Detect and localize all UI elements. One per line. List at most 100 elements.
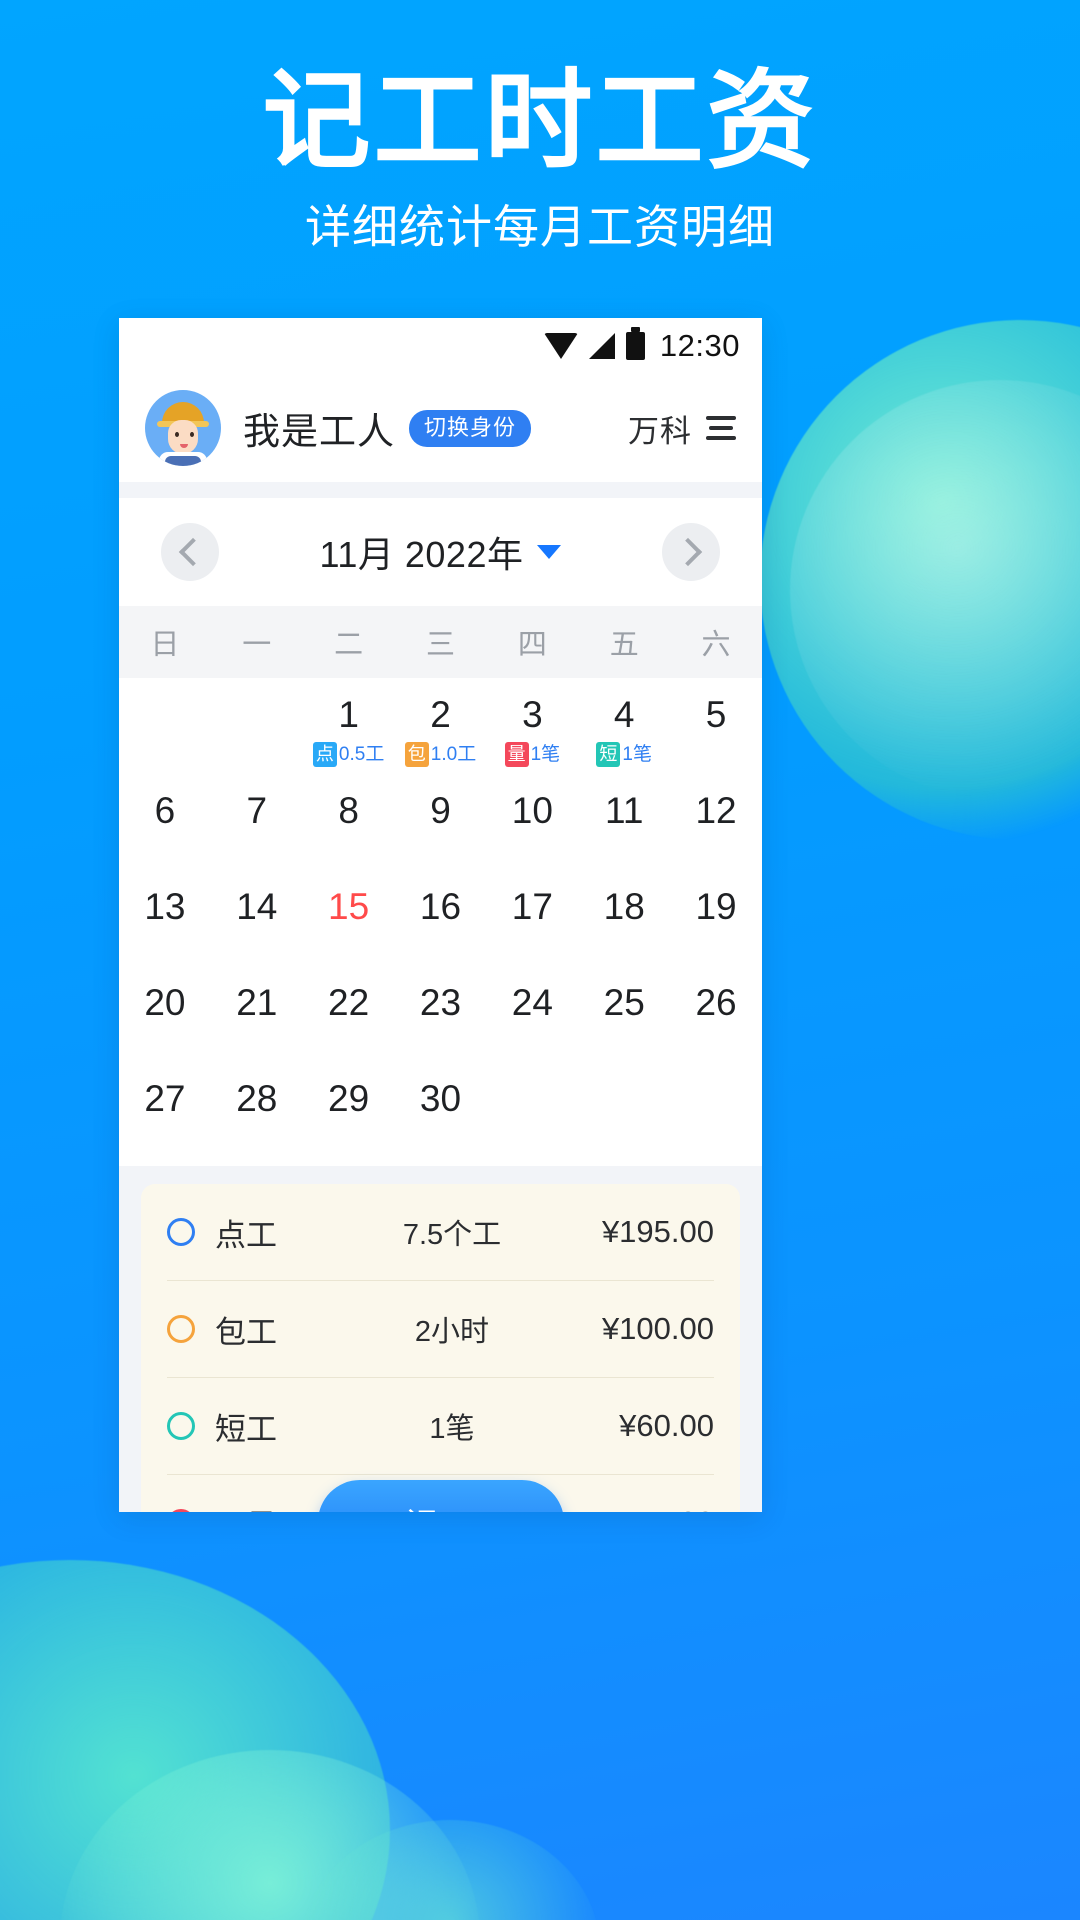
- calendar-day-number: 19: [695, 886, 737, 927]
- month-label: 11月 2022年: [319, 534, 524, 575]
- summary-row-value: ¥60.00: [619, 1408, 714, 1443]
- calendar-day-number: 4: [613, 694, 635, 735]
- calendar-day-number: 25: [603, 982, 645, 1023]
- page-title: 记工时工资: [262, 59, 818, 184]
- summary-row[interactable]: 点工 7.5个工 ¥195.00: [167, 1184, 714, 1281]
- calendar-day-cell[interactable]: 19: [670, 878, 762, 974]
- calendar-day-number: 16: [419, 886, 462, 927]
- calendar-day-cell[interactable]: 16: [395, 878, 487, 974]
- calendar-day-cell[interactable]: 28: [211, 1070, 303, 1166]
- calendar-blank-cell: [119, 686, 211, 782]
- month-navigation: 11月 2022年: [119, 498, 762, 606]
- calendar-day-cell[interactable]: 2 包 1.0工: [395, 686, 487, 782]
- switch-identity-button[interactable]: 切换身份: [409, 409, 532, 447]
- calendar-day-cell[interactable]: 3 量 1笔: [486, 686, 578, 782]
- calendar-day-number: 22: [328, 982, 370, 1023]
- calendar-day-number: 20: [144, 982, 186, 1023]
- calendar-day-cell[interactable]: 24: [486, 974, 578, 1070]
- summary-row-label: 短工: [215, 1411, 277, 1447]
- summary-row-value: ¥195.00: [601, 1214, 714, 1249]
- calendar-day-cell[interactable]: 14: [211, 878, 303, 974]
- calendar-day-cell[interactable]: 9: [395, 782, 487, 878]
- weekday-label: 四: [517, 629, 547, 661]
- calendar-day-cell[interactable]: 15: [303, 878, 395, 974]
- category-dot-icon: [167, 1315, 195, 1343]
- calendar-day-cell[interactable]: 12: [670, 782, 762, 878]
- summary-row-value: ¥544.00: [539, 1505, 714, 1512]
- calendar-tag-value: 0.5工: [338, 744, 385, 765]
- calendar-day-number: 12: [695, 790, 737, 831]
- calendar-tag-key: 包: [404, 742, 429, 767]
- calendar-day-cell[interactable]: 21: [211, 974, 303, 1070]
- calendar-day-number: 21: [236, 982, 278, 1023]
- page-subtitle: 详细统计每月工资明细: [305, 199, 775, 254]
- calendar-day-number: 17: [511, 886, 553, 927]
- avatar[interactable]: [145, 390, 221, 466]
- calendar-day-cell[interactable]: 13: [119, 878, 211, 974]
- prev-month-button[interactable]: [161, 523, 219, 581]
- month-selector[interactable]: 11月 2022年: [320, 526, 562, 578]
- hamburger-icon[interactable]: [706, 416, 736, 440]
- calendar-day-number: 3: [522, 694, 543, 735]
- weekday-label: 六: [701, 629, 731, 661]
- weekday-label: 二: [334, 629, 364, 661]
- calendar-tag-key: 短: [596, 742, 621, 767]
- calendar-tag-value: 1笔: [530, 744, 561, 765]
- calendar-tag-key: 点: [312, 742, 337, 767]
- calendar-day-number: 27: [144, 1078, 186, 1119]
- calendar-day-cell[interactable]: 22: [303, 974, 395, 1070]
- calendar-day-cell[interactable]: 11: [578, 782, 670, 878]
- calendar-day-cell[interactable]: 1 点 0.5工: [303, 686, 395, 782]
- calendar-day-cell[interactable]: 23: [395, 974, 487, 1070]
- calendar-day-cell[interactable]: 10: [486, 782, 578, 878]
- calendar-day-cell[interactable]: 20: [119, 974, 211, 1070]
- summary-row-label: 包工: [215, 1314, 277, 1350]
- calendar-day-tag: 短 1笔: [596, 742, 652, 767]
- company-name[interactable]: 万科: [628, 406, 692, 451]
- calendar-day-number: 18: [603, 886, 645, 927]
- calendar-day-cell[interactable]: 8: [303, 782, 395, 878]
- user-name: 我是工人: [243, 411, 395, 452]
- calendar-day-number: 30: [419, 1078, 462, 1119]
- calendar-day-number: 1: [338, 694, 359, 735]
- calendar-day-cell[interactable]: 4 短 1笔: [578, 686, 670, 782]
- phone-mockup: 12:30 我是工人 切换身份 万科 11月 2022年 日一二三四五六 1点0…: [119, 318, 762, 1512]
- calendar-day-cell[interactable]: 26: [670, 974, 762, 1070]
- next-month-button[interactable]: [662, 523, 720, 581]
- calendar-day-number: 7: [246, 790, 268, 831]
- calendar-day-cell[interactable]: 29: [303, 1070, 395, 1166]
- summary-row[interactable]: 包工 2小时 ¥100.00: [167, 1281, 714, 1378]
- calendar-day-number: 26: [695, 982, 737, 1023]
- user-header: 我是工人 切换身份 万科: [119, 374, 762, 482]
- summary-row-value: ¥100.00: [601, 1311, 714, 1346]
- chevron-down-icon: [537, 545, 562, 559]
- calendar-day-cell[interactable]: 17: [486, 878, 578, 974]
- summary-row-amount: 2小时: [414, 1316, 490, 1348]
- calendar-day-cell[interactable]: 5: [670, 686, 762, 782]
- summary-row-label: 点工: [215, 1217, 277, 1253]
- calendar-day-number: 5: [705, 694, 727, 735]
- calendar-day-cell[interactable]: 18: [578, 878, 670, 974]
- wifi-icon: [543, 333, 578, 359]
- summary-section: 点工7.5个工¥195.00包工2小时¥100.00短工1笔¥60.00工量¥5…: [119, 1166, 762, 1512]
- calendar-day-cell[interactable]: 25: [578, 974, 670, 1070]
- signal-icon: [588, 333, 615, 359]
- calendar-day-cell[interactable]: 27: [119, 1070, 211, 1166]
- calendar-day-cell[interactable]: 30: [395, 1070, 487, 1166]
- calendar-day-cell[interactable]: 6: [119, 782, 211, 878]
- calendar-day-number: 29: [328, 1078, 370, 1119]
- calendar-day-number: 2: [430, 694, 451, 735]
- status-bar-time: 12:30: [659, 328, 740, 363]
- record-work-button[interactable]: 记工: [317, 1480, 564, 1512]
- hero-section: 记工时工资 详细统计每月工资明细: [0, 0, 1080, 256]
- summary-row[interactable]: 短工 1笔 ¥60.00: [167, 1378, 714, 1475]
- calendar-day-number: 24: [511, 982, 553, 1023]
- calendar-tag-value: 1笔: [622, 744, 652, 765]
- calendar-day-cell[interactable]: 7: [211, 782, 303, 878]
- calendar-tag-key: 量: [504, 742, 529, 767]
- calendar-day-number: 10: [511, 790, 553, 831]
- calendar-day-tag: 包 1.0工: [404, 742, 476, 767]
- calendar-day-number: 13: [144, 886, 186, 927]
- weekday-label: 日: [150, 629, 180, 661]
- calendar-day-number: 14: [236, 886, 278, 927]
